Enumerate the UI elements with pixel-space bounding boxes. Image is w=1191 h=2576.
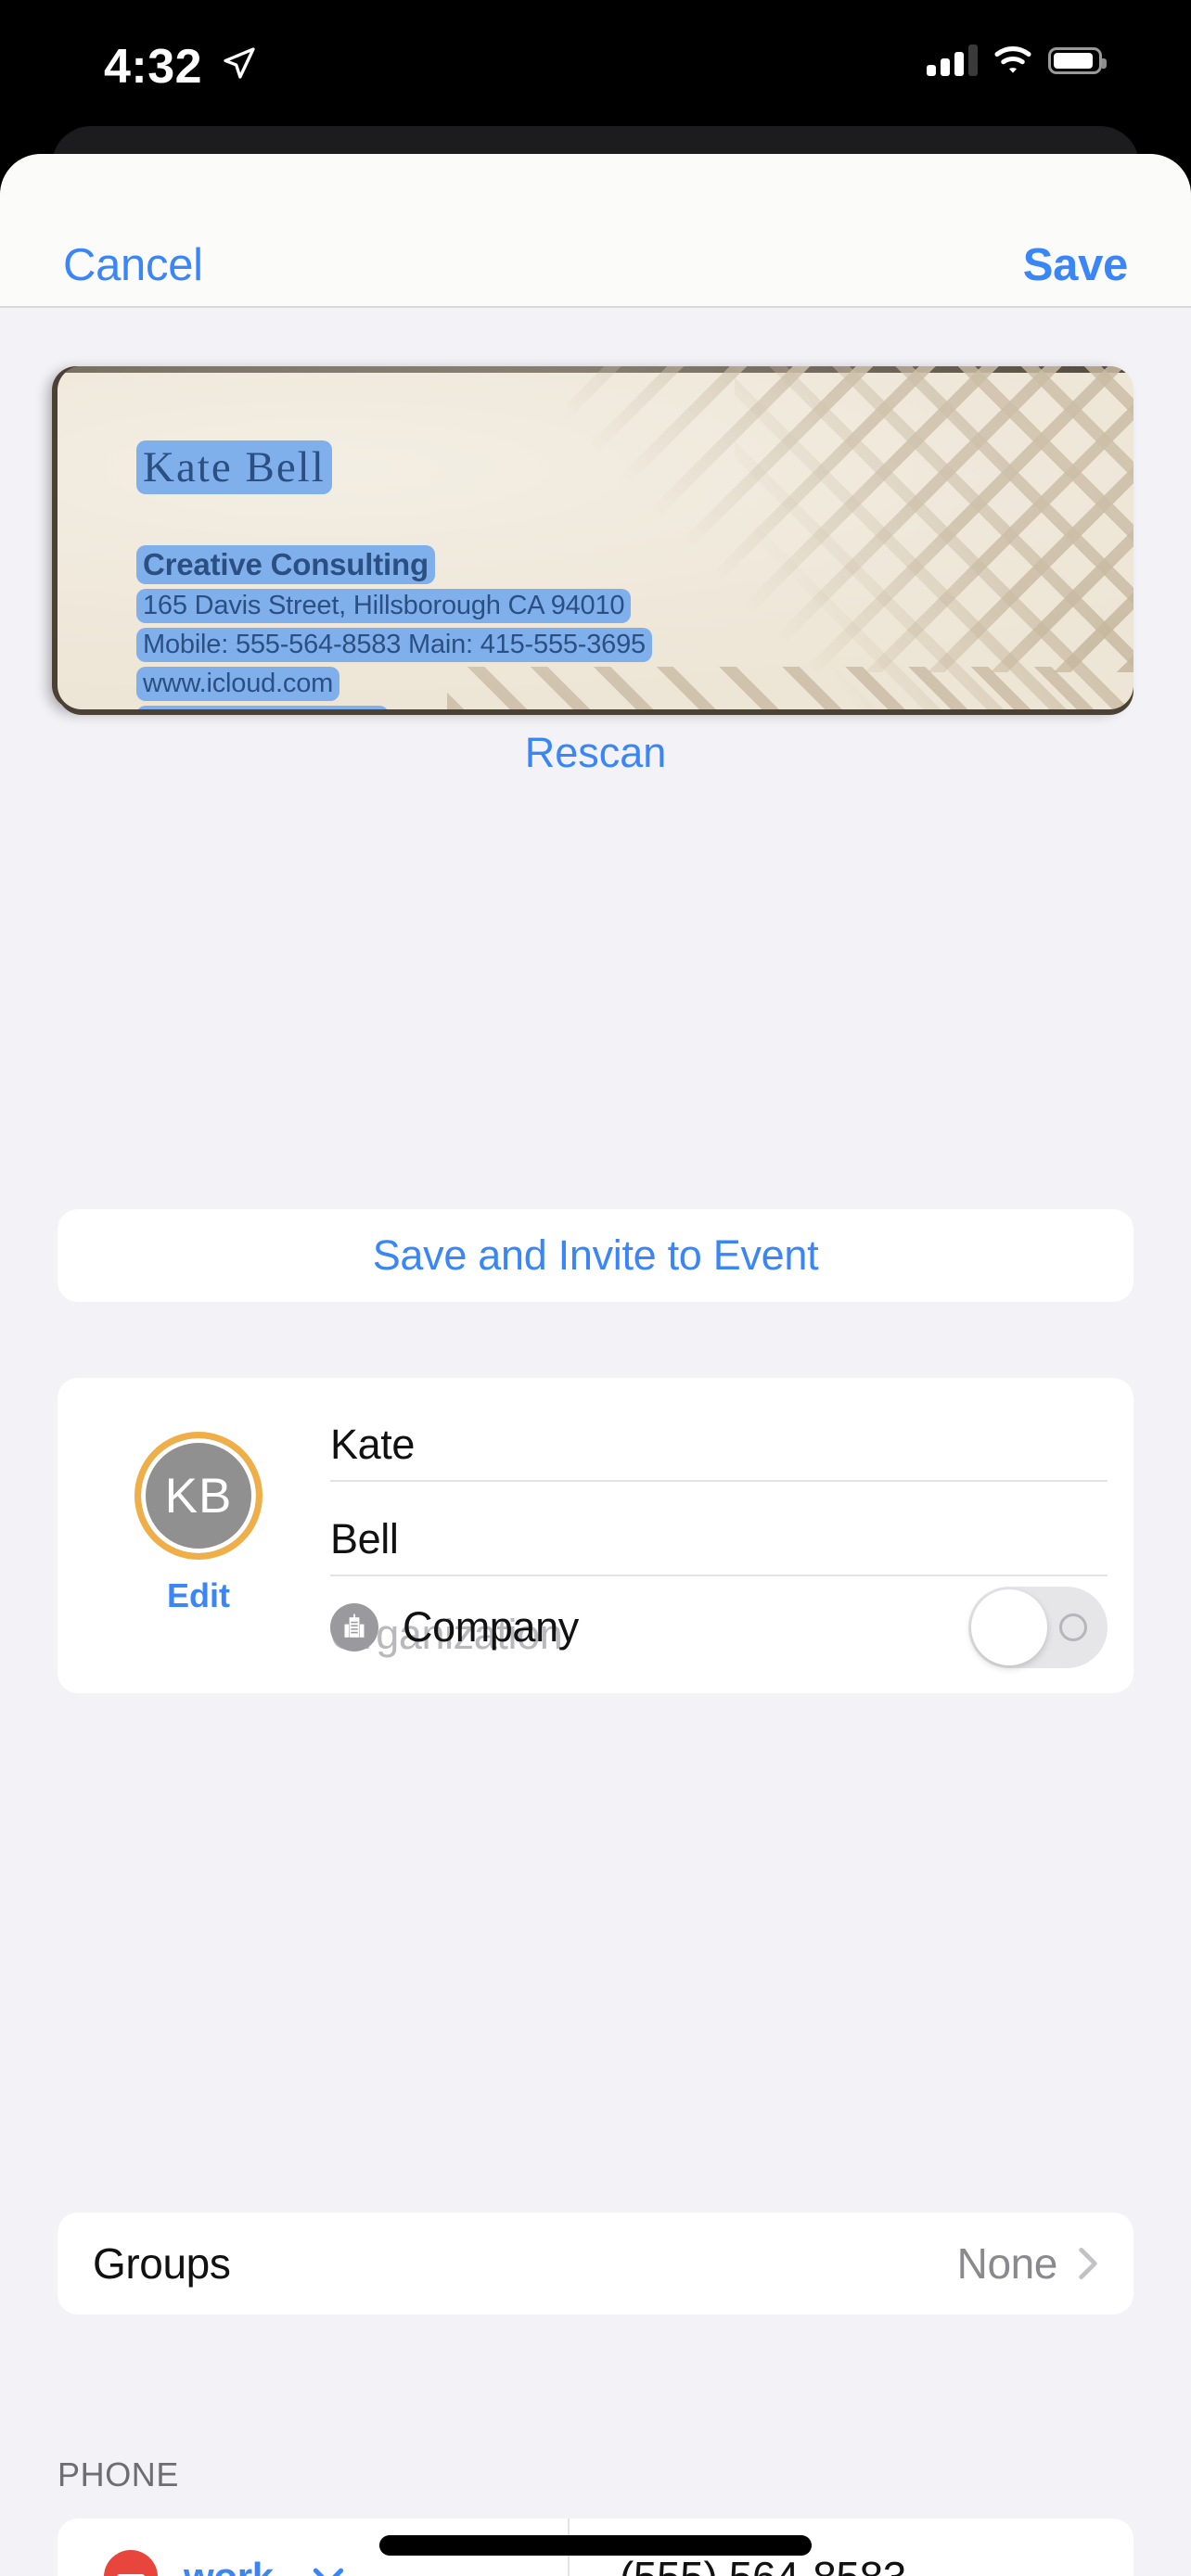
- cellular-bars-icon: [927, 45, 978, 76]
- phone-section-header: PHONE: [58, 2455, 180, 2493]
- last-name-field[interactable]: Bell: [330, 1504, 1108, 1576]
- card-line-phones: Mobile: 555-564-8583 Main: 415-555-3695: [136, 628, 652, 662]
- card-line-company: Creative Consulting: [136, 545, 435, 584]
- wifi-icon: [994, 46, 1031, 73]
- company-building-icon: [330, 1603, 378, 1651]
- rescan-button[interactable]: Rescan: [0, 729, 1191, 777]
- home-indicator: [379, 2535, 812, 2556]
- last-name-value: Bell: [330, 1515, 399, 1562]
- groups-value: None: [956, 2239, 1058, 2288]
- cancel-button[interactable]: Cancel: [63, 239, 203, 291]
- scanned-business-card[interactable]: Kate Bell Creative Consulting 165 Davis …: [58, 366, 1133, 709]
- status-bar-time: 4:32: [104, 40, 203, 94]
- location-arrow-icon: [224, 47, 255, 79]
- card-line-website: www.icloud.com: [136, 667, 340, 701]
- company-toggle-row[interactable]: Company: [330, 1587, 1108, 1668]
- edit-photo-button[interactable]: Edit: [106, 1576, 291, 1615]
- chevron-right-icon: [1079, 2247, 1097, 2280]
- battery-icon: [1048, 46, 1107, 74]
- new-contact-sheet: Cancel Save Kate Bell Creative Consultin…: [0, 154, 1191, 2576]
- toggle-off-indicator: [1059, 1613, 1087, 1641]
- save-and-invite-button[interactable]: Save and Invite to Event: [58, 1209, 1133, 1302]
- navigation-bar: Cancel Save: [0, 154, 1191, 308]
- company-toggle[interactable]: [968, 1587, 1108, 1668]
- business-card-image: Kate Bell Creative Consulting 165 Davis …: [58, 366, 1133, 709]
- phone-type-label[interactable]: work: [184, 2555, 274, 2576]
- toggle-knob: [971, 1589, 1047, 1665]
- card-detected-name: Kate Bell: [136, 440, 332, 494]
- company-label: Company: [403, 1603, 579, 1651]
- save-and-invite-label: Save and Invite to Event: [372, 1231, 819, 1279]
- chevron-down-icon[interactable]: [313, 2567, 344, 2576]
- save-button[interactable]: Save: [1023, 239, 1129, 291]
- minus-circle-icon[interactable]: [104, 2550, 158, 2576]
- first-name-value: Kate: [330, 1421, 415, 1468]
- groups-row[interactable]: Groups None: [58, 2213, 1133, 2315]
- groups-label: Groups: [93, 2239, 231, 2288]
- card-name-text: Kate Bell: [136, 440, 332, 494]
- avatar-column: KB Edit: [106, 1432, 291, 1615]
- iphone-screen: 4:32 Cancel Save Kate Bell Creative Cons…: [0, 0, 1191, 2576]
- card-line-address: 165 Davis Street, Hillsborough CA 94010: [136, 589, 632, 623]
- first-name-field[interactable]: Kate: [330, 1409, 1108, 1482]
- contact-name-card: KB Edit Kate Bell Organization Company: [58, 1378, 1133, 1693]
- avatar-initials: KB: [164, 1468, 233, 1524]
- avatar[interactable]: KB: [134, 1432, 263, 1560]
- status-bar-indicators: [927, 45, 1107, 76]
- card-detected-lines: Creative Consulting 165 Davis Street, Hi…: [136, 545, 652, 709]
- card-line-email: Kate-bell@mac.com: [136, 706, 390, 709]
